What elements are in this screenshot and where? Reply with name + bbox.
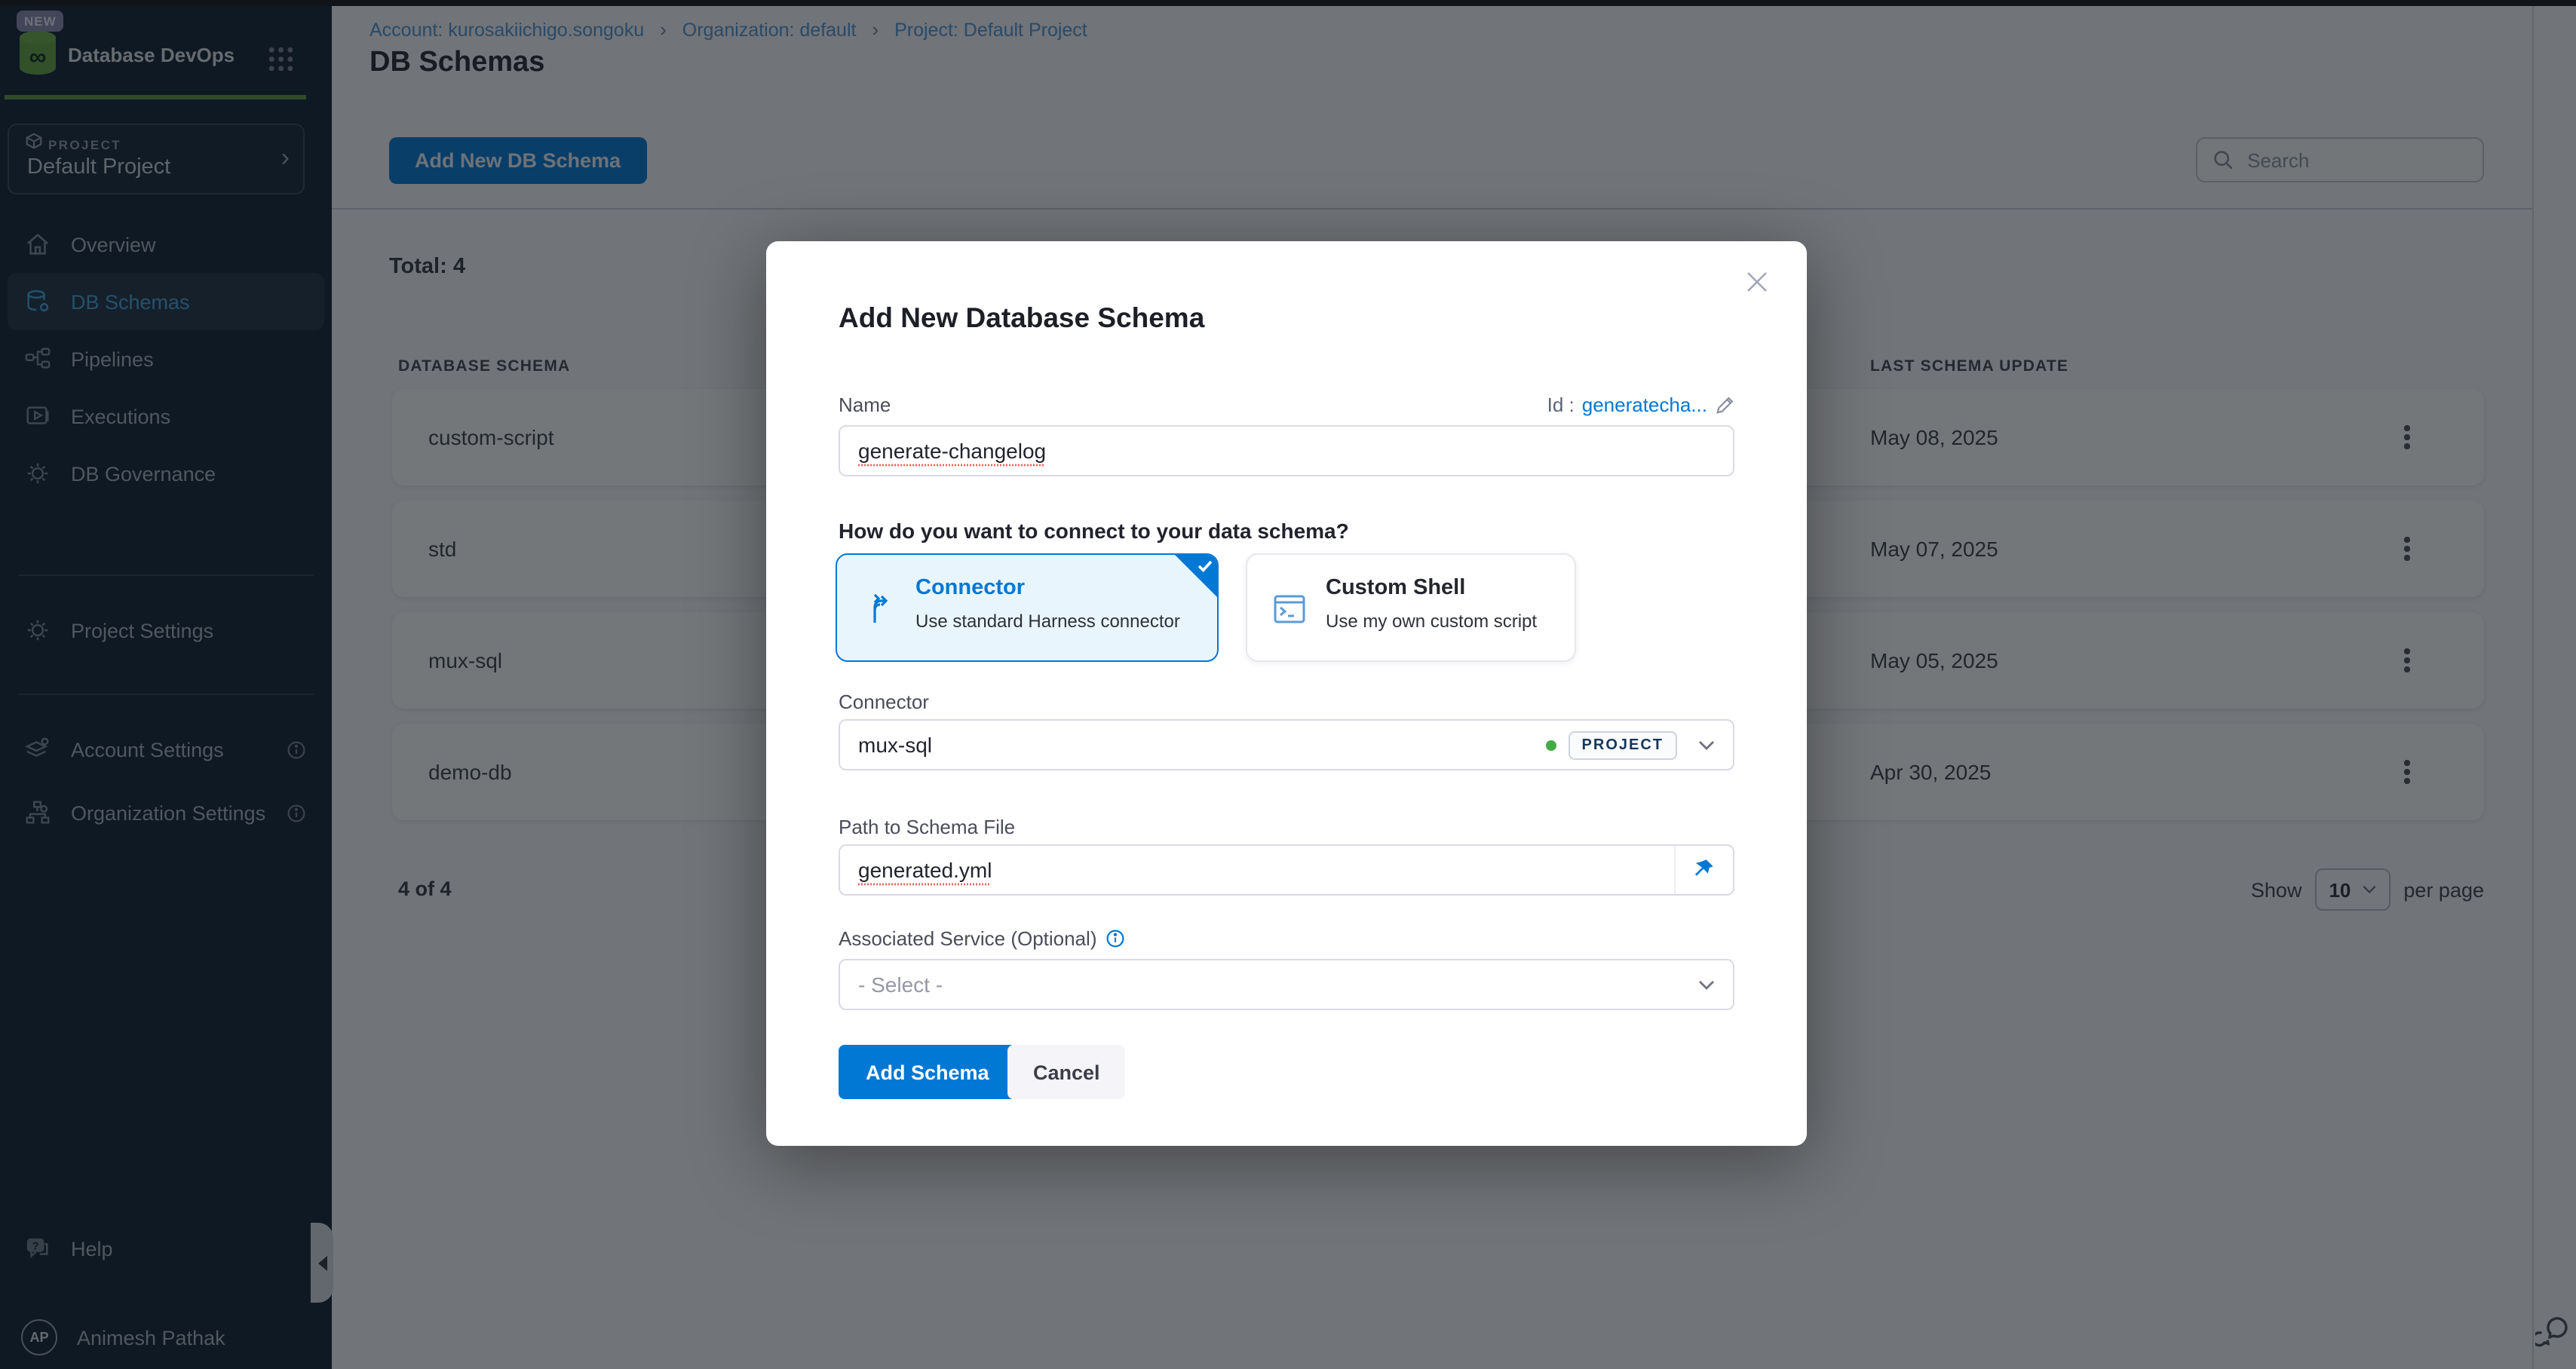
path-label: Path to Schema File: [839, 816, 1015, 838]
chevron-down-icon: [1698, 740, 1715, 750]
connector-branch-icon: [861, 591, 897, 627]
modal-title: Add New Database Schema: [839, 302, 1204, 335]
associated-service-placeholder: - Select -: [858, 972, 943, 997]
edit-pencil-icon[interactable]: [1715, 395, 1734, 415]
id-link[interactable]: generatecha...: [1582, 394, 1707, 416]
entity-id-row: Id : generatecha...: [1547, 394, 1734, 416]
option-subtitle: Use my own custom script: [1326, 611, 1537, 632]
associated-service-select[interactable]: - Select -: [839, 959, 1734, 1010]
id-prefix: Id :: [1547, 394, 1575, 416]
check-icon: [1198, 559, 1213, 573]
scope-badge: PROJECT: [1569, 730, 1677, 759]
option-title: Connector: [915, 576, 1025, 600]
app-root: NEW ∞ Database DevOps PROJECT Default Pr…: [0, 0, 2576, 1369]
option-card-custom-shell[interactable]: Custom Shell Use my own custom script: [1246, 553, 1576, 662]
name-input[interactable]: generate-changelog: [839, 425, 1734, 476]
associated-service-label: Associated Service (Optional): [839, 927, 1126, 950]
chevron-down-icon: [1698, 979, 1715, 990]
info-icon[interactable]: [1106, 929, 1126, 948]
option-title: Custom Shell: [1326, 576, 1465, 600]
add-schema-button[interactable]: Add Schema: [839, 1045, 1017, 1099]
terminal-icon: [1271, 591, 1308, 627]
connect-question: How do you want to connect to your data …: [839, 519, 1349, 543]
connector-value: mux-sql: [858, 733, 932, 757]
name-input-value: generate-changelog: [858, 439, 1046, 463]
pin-icon[interactable]: [1674, 846, 1715, 894]
option-card-connector[interactable]: Connector Use standard Harness connector: [836, 553, 1219, 662]
add-schema-modal: Add New Database Schema Name Id : genera…: [766, 241, 1807, 1146]
path-input[interactable]: generated.yml: [839, 844, 1734, 896]
connector-select[interactable]: mux-sql PROJECT: [839, 719, 1734, 770]
associated-service-text: Associated Service (Optional): [839, 927, 1097, 950]
cancel-button[interactable]: Cancel: [1007, 1045, 1126, 1099]
connector-label: Connector: [839, 691, 929, 713]
option-subtitle: Use standard Harness connector: [915, 611, 1180, 632]
connector-status-dot: [1546, 740, 1556, 750]
name-label: Name: [839, 394, 891, 416]
close-icon[interactable]: [1740, 265, 1774, 299]
path-input-value: generated.yml: [858, 858, 992, 882]
